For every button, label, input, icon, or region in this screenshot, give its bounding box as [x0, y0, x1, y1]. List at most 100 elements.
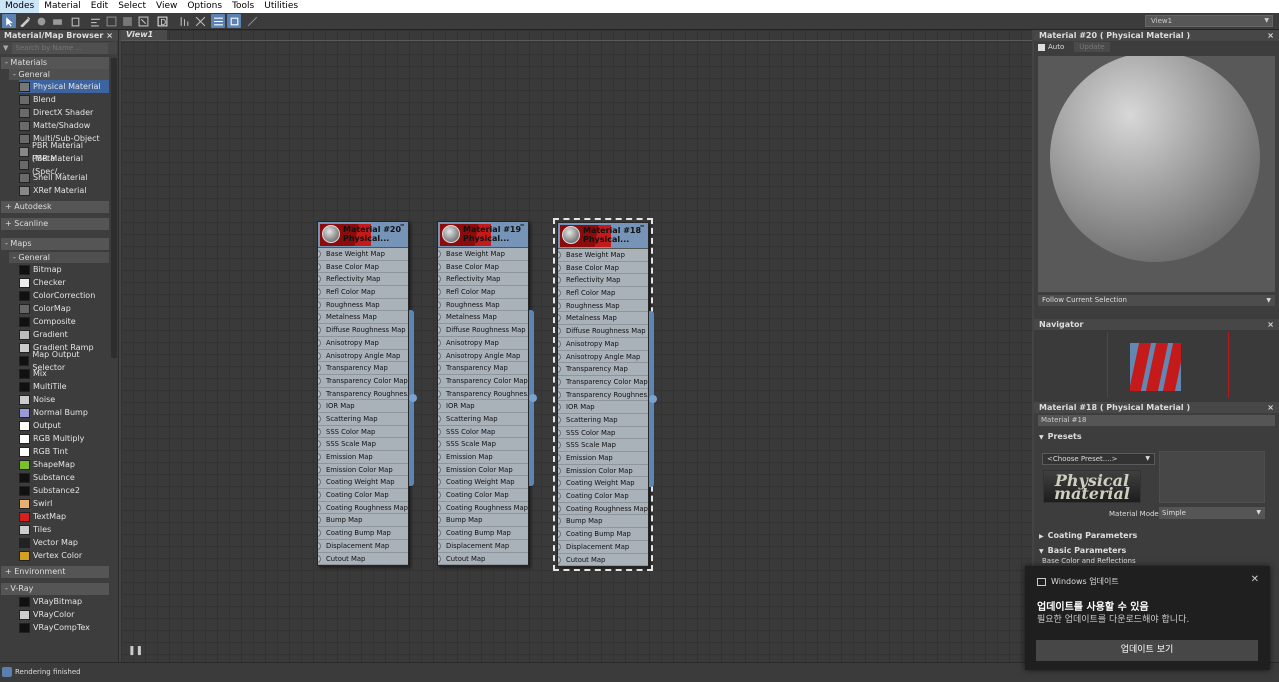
- map-slot[interactable]: Base Weight Map: [438, 248, 528, 261]
- map-slot[interactable]: Cutout Map: [438, 553, 528, 566]
- map-slot[interactable]: Refl Color Map: [558, 287, 648, 300]
- input-socket-icon[interactable]: [558, 530, 561, 539]
- layout-icon[interactable]: [177, 14, 191, 28]
- input-socket-icon[interactable]: [318, 262, 321, 271]
- map-slot[interactable]: Anisotropy Map: [558, 338, 648, 351]
- map-slot[interactable]: Anisotropy Map: [318, 337, 408, 350]
- input-socket-icon[interactable]: [558, 352, 561, 361]
- select-tool-icon[interactable]: [2, 14, 16, 28]
- input-socket-icon[interactable]: [438, 338, 441, 347]
- input-socket-icon[interactable]: [318, 554, 321, 563]
- output-socket-icon[interactable]: [409, 394, 417, 402]
- map-item[interactable]: Output: [19, 419, 109, 432]
- delete-icon[interactable]: [68, 14, 82, 28]
- input-socket-icon[interactable]: [318, 427, 321, 436]
- map-slot[interactable]: Coating Color Map: [438, 489, 528, 502]
- input-socket-icon[interactable]: [318, 275, 321, 284]
- input-socket-icon[interactable]: [558, 289, 561, 298]
- input-socket-icon[interactable]: [438, 491, 441, 500]
- material-item[interactable]: PBR Material (Spec/...: [19, 154, 109, 176]
- input-socket-icon[interactable]: [558, 428, 561, 437]
- map-slot[interactable]: Metalness Map: [438, 311, 528, 325]
- input-socket-icon[interactable]: [438, 440, 441, 449]
- material-item[interactable]: DirectX Shader: [19, 106, 109, 119]
- map-item[interactable]: Gradient: [19, 328, 109, 341]
- material-node[interactable]: Material #18 Physical... ━ Base Weight Map B…: [553, 217, 657, 572]
- parameter-editor-icon[interactable]: [227, 14, 241, 28]
- map-item[interactable]: Checker: [19, 276, 109, 289]
- map-slot[interactable]: Roughness Map: [438, 299, 528, 312]
- map-slot[interactable]: Anisotropy Angle Map: [318, 350, 408, 363]
- map-slot[interactable]: Displacement Map: [558, 541, 648, 554]
- map-item[interactable]: Substance: [19, 471, 109, 484]
- output-socket-icon[interactable]: [529, 394, 537, 402]
- map-item[interactable]: ColorCorrection: [19, 289, 109, 302]
- input-socket-icon[interactable]: [318, 491, 321, 500]
- group-scanline[interactable]: + Scanline: [1, 218, 109, 230]
- map-slot[interactable]: SSS Scale Map: [318, 438, 408, 451]
- input-socket-icon[interactable]: [318, 529, 321, 538]
- pan-icon[interactable]: ❚❚: [128, 646, 143, 656]
- input-socket-icon[interactable]: [438, 465, 441, 474]
- input-socket-icon[interactable]: [438, 453, 441, 461]
- input-socket-icon[interactable]: [318, 351, 321, 360]
- map-slot[interactable]: SSS Color Map: [438, 426, 528, 439]
- map-slot[interactable]: Coating Weight Map: [558, 477, 648, 491]
- menu-material[interactable]: Material: [39, 0, 86, 13]
- map-item[interactable]: RGB Tint: [19, 445, 109, 458]
- input-socket-icon[interactable]: [318, 326, 321, 335]
- input-socket-icon[interactable]: [558, 314, 561, 323]
- material-item[interactable]: Physical Material: [19, 80, 109, 93]
- subgroup-maps-general[interactable]: - General: [9, 252, 109, 263]
- navigator-view[interactable]: [1034, 330, 1279, 402]
- map-slot[interactable]: Base Weight Map: [318, 248, 408, 261]
- map-slot[interactable]: SSS Color Map: [318, 426, 408, 439]
- map-item[interactable]: Swirl: [19, 497, 109, 510]
- input-socket-icon[interactable]: [558, 454, 561, 462]
- map-slot[interactable]: IOR Map: [438, 400, 528, 413]
- menu-modes[interactable]: Modes: [0, 0, 40, 13]
- material-item[interactable]: Matte/Shadow: [19, 119, 109, 132]
- group-environment[interactable]: + Environment: [1, 566, 109, 578]
- pick-material-icon[interactable]: [18, 14, 32, 28]
- map-slot[interactable]: Transparency Color Map: [438, 375, 528, 388]
- input-socket-icon[interactable]: [318, 402, 321, 411]
- minimize-icon[interactable]: ━: [520, 222, 524, 229]
- input-socket-icon[interactable]: [558, 415, 561, 424]
- map-item[interactable]: Vertex Color: [19, 549, 109, 562]
- input-socket-icon[interactable]: [558, 555, 561, 564]
- select-by-material-icon[interactable]: [245, 14, 259, 28]
- input-socket-icon[interactable]: [438, 376, 441, 385]
- input-socket-icon[interactable]: [438, 262, 441, 271]
- show-end-result-icon[interactable]: [136, 14, 150, 28]
- search-options-icon[interactable]: ▼: [3, 44, 8, 52]
- follow-selection-dropdown[interactable]: Follow Current Selection ▼: [1038, 295, 1275, 306]
- map-slot[interactable]: Reflectivity Map: [558, 274, 648, 288]
- input-socket-icon[interactable]: [438, 478, 441, 487]
- map-item[interactable]: TextMap: [19, 510, 109, 523]
- input-socket-icon[interactable]: [438, 250, 441, 258]
- map-item[interactable]: Tiles: [19, 523, 109, 536]
- input-socket-icon[interactable]: [318, 541, 321, 550]
- map-slot[interactable]: Base Weight Map: [558, 249, 648, 262]
- input-socket-icon[interactable]: [558, 276, 561, 285]
- browser-scrollbar[interactable]: [111, 58, 117, 358]
- layout-children-icon[interactable]: [193, 14, 207, 28]
- input-socket-icon[interactable]: [318, 389, 321, 398]
- close-icon[interactable]: ✕: [1251, 574, 1259, 585]
- map-item[interactable]: MultiTile: [19, 380, 109, 393]
- material-item[interactable]: XRef Material: [19, 184, 109, 197]
- material-node[interactable]: Material #19 Physical... ━ Base Weight Map B…: [437, 221, 537, 567]
- map-slot[interactable]: Emission Map: [438, 451, 528, 464]
- map-slot[interactable]: Diffuse Roughness Map: [438, 324, 528, 337]
- map-slot[interactable]: Coating Roughness Map: [558, 503, 648, 516]
- map-slot[interactable]: Emission Map: [318, 451, 408, 464]
- material-node[interactable]: Material #20 Physical... ━ Base Weight Map B…: [317, 221, 417, 567]
- map-slot[interactable]: IOR Map: [318, 400, 408, 413]
- map-slot[interactable]: Transparency Map: [318, 362, 408, 375]
- put-to-scene-icon[interactable]: [34, 14, 48, 28]
- material-item[interactable]: Blend: [19, 93, 109, 106]
- map-item[interactable]: ShapeMap: [19, 458, 109, 471]
- input-socket-icon[interactable]: [558, 479, 561, 488]
- menu-view[interactable]: View: [151, 0, 182, 13]
